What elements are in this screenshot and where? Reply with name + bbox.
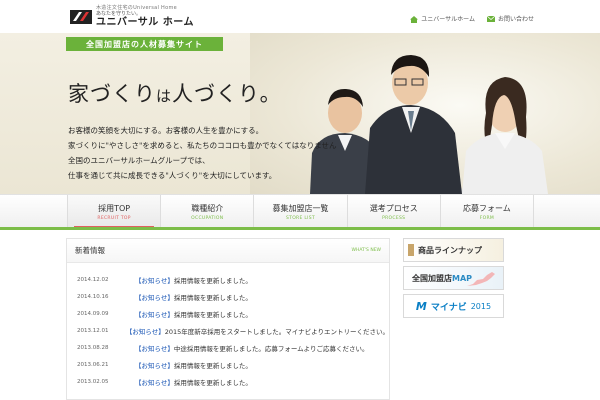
news-date: 2013.08.28 <box>77 344 109 351</box>
news-date: 2013.06.21 <box>77 361 109 368</box>
news-category[interactable]: 【お知らせ】 <box>135 311 174 319</box>
news-item[interactable]: 2014.10.16 【お知らせ】採用情報を更新しました。 <box>67 288 389 305</box>
banner-product-lineup[interactable]: 商品ラインナップ <box>403 238 504 262</box>
nav-label: 募集加盟店一覧 <box>272 203 329 213</box>
news-text: 中途採用情報を更新しました。応募フォームよりご応募ください。 <box>173 344 369 353</box>
nav-label: 職種紹介 <box>191 203 224 213</box>
news-title: 新着情報 <box>75 246 105 255</box>
nav-sublabel: STORE LIST <box>286 215 315 221</box>
site-header: 木造注文住宅のUniversal Home あなたを守りたい。 ユニバーサル ホ… <box>0 0 600 33</box>
catch-part-c: 人づくり <box>172 82 260 106</box>
nav-sublabel: RECRUIT TOP <box>97 215 131 221</box>
news-date: 2014.09.09 <box>77 310 109 317</box>
header-links: ユニバーサルホーム お問い合わせ <box>410 14 534 23</box>
nav-item-recruit-top[interactable]: 採用TOP RECRUIT TOP <box>67 195 162 228</box>
catch-part-b: は <box>156 87 173 105</box>
site-label: 全国加盟店の人材募集サイト <box>66 37 223 51</box>
nav-label: 選考プロセス <box>369 203 418 213</box>
home-icon <box>410 15 419 23</box>
header-link-home-label: ユニバーサルホーム <box>421 16 475 23</box>
site-logo[interactable]: 木造注文住宅のUniversal Home あなたを守りたい。 ユニバーサル ホ… <box>70 4 194 30</box>
header-link-contact-label: お問い合わせ <box>497 16 534 23</box>
news-category[interactable]: 【お知らせ】 <box>126 328 165 336</box>
news-category[interactable]: 【お知らせ】 <box>135 277 174 285</box>
header-link-contact[interactable]: お問い合わせ <box>486 14 534 23</box>
global-nav: 採用TOP RECRUIT TOP 職種紹介 OCCUPATION 募集加盟店一… <box>0 194 600 228</box>
lead-line: 仕事を通じて共に成長できる"人づくり"を大切にしています。 <box>68 171 277 180</box>
news-item[interactable]: 2013.06.21 【お知らせ】採用情報を更新しました。 <box>67 356 389 373</box>
hero-people-photo <box>290 33 600 194</box>
hero-lead-text: お客様の笑顔を大切にする。お客様の人生を豊かにする。 家づくりに"やさしさ"を求… <box>68 123 337 183</box>
logo-name: ユニバーサル ホーム <box>96 17 194 28</box>
news-category[interactable]: 【お知らせ】 <box>135 294 174 302</box>
news-list: 2014.12.02 【お知らせ】採用情報を更新しました。 2014.10.16… <box>67 263 389 390</box>
nav-sublabel: FORM <box>479 215 495 221</box>
mynavi-logo-icon: M <box>415 299 427 313</box>
side-banners: 商品ラインナップ 全国加盟店MAP M マイナビ 2015 <box>403 238 504 322</box>
news-item[interactable]: 2014.12.02 【お知らせ】採用情報を更新しました。 <box>67 271 389 288</box>
news-text: 2015年度新卒採用をスタートしました。マイナビよりエントリーください。 <box>164 327 389 336</box>
nav-divider <box>0 227 600 230</box>
lead-line: 家づくりに"やさしさ"を求めると、私たちのココロも豊かでなくてはなりません <box>68 141 337 150</box>
news-item[interactable]: 2013.02.05 【お知らせ】採用情報を更新しました。 <box>67 373 389 390</box>
hero-section: 全国加盟店の人材募集サイト 家づくりは人づくり。 お客様の笑顔を大切にする。お客… <box>0 33 600 194</box>
news-category[interactable]: 【お知らせ】 <box>135 379 174 387</box>
banner-store-map-accent: MAP <box>452 273 473 283</box>
banner-mynavi[interactable]: M マイナビ 2015 <box>403 294 504 318</box>
news-date: 2013.02.05 <box>77 378 109 385</box>
mynavi-name: マイナビ <box>430 302 467 313</box>
lead-line: お客様の笑顔を大切にする。お客様の人生を豊かにする。 <box>68 126 264 135</box>
news-header: 新着情報 WHAT'S NEW <box>67 239 389 263</box>
banner-store-map-label: 全国加盟店MAP <box>404 273 472 284</box>
nav-item-occupation[interactable]: 職種紹介 OCCUPATION <box>161 195 255 228</box>
nav-label: 応募フォーム <box>463 203 511 213</box>
news-item[interactable]: 2014.09.09 【お知らせ】採用情報を更新しました。 <box>67 305 389 322</box>
nav-item-process[interactable]: 選考プロセス PROCESS <box>348 195 441 228</box>
nav-sublabel: PROCESS <box>382 215 406 221</box>
mail-icon <box>486 15 496 22</box>
lead-line: 全国のユニバーサルホームグループでは、 <box>68 156 210 165</box>
news-text: 採用情報を更新しました。 <box>173 310 252 319</box>
banner-store-map[interactable]: 全国加盟店MAP <box>403 266 504 290</box>
news-date: 2014.12.02 <box>77 276 109 283</box>
nav-item-store-list[interactable]: 募集加盟店一覧 STORE LIST <box>254 195 348 228</box>
news-text: 採用情報を更新しました。 <box>173 293 252 302</box>
news-category[interactable]: 【お知らせ】 <box>135 345 174 353</box>
logo-mark-icon <box>70 7 92 27</box>
news-date: 2014.10.16 <box>77 293 109 300</box>
news-item[interactable]: 2013.08.28 【お知らせ】中途採用情報を更新しました。応募フォームよりご… <box>67 339 389 356</box>
news-item[interactable]: 2013.12.01 【お知らせ】2015年度新卒採用をスタートしました。マイナ… <box>67 322 389 339</box>
catch-part-a: 家づくり <box>68 82 156 106</box>
nav-item-form[interactable]: 応募フォーム FORM <box>441 195 535 228</box>
hero-catchphrase: 家づくりは人づくり。 <box>68 78 282 108</box>
banner-product-lineup-label: 商品ラインナップ <box>418 245 482 255</box>
nav-label: 採用TOP <box>98 203 131 213</box>
catch-part-d: 。 <box>259 82 282 106</box>
mynavi-year: 2015 <box>470 301 492 311</box>
banner-store-map-text: 全国加盟店 <box>412 273 452 283</box>
news-text: 採用情報を更新しました。 <box>173 378 252 387</box>
whats-new-link[interactable]: WHAT'S NEW <box>352 248 382 253</box>
header-link-home[interactable]: ユニバーサルホーム <box>410 14 475 23</box>
news-text: 採用情報を更新しました。 <box>173 361 252 370</box>
news-category[interactable]: 【お知らせ】 <box>135 362 174 370</box>
news-panel: 新着情報 WHAT'S NEW 2014.12.02 【お知らせ】採用情報を更新… <box>66 238 390 400</box>
news-date: 2013.12.01 <box>77 327 109 334</box>
news-text: 採用情報を更新しました。 <box>173 276 252 285</box>
nav-sublabel: OCCUPATION <box>191 215 224 221</box>
